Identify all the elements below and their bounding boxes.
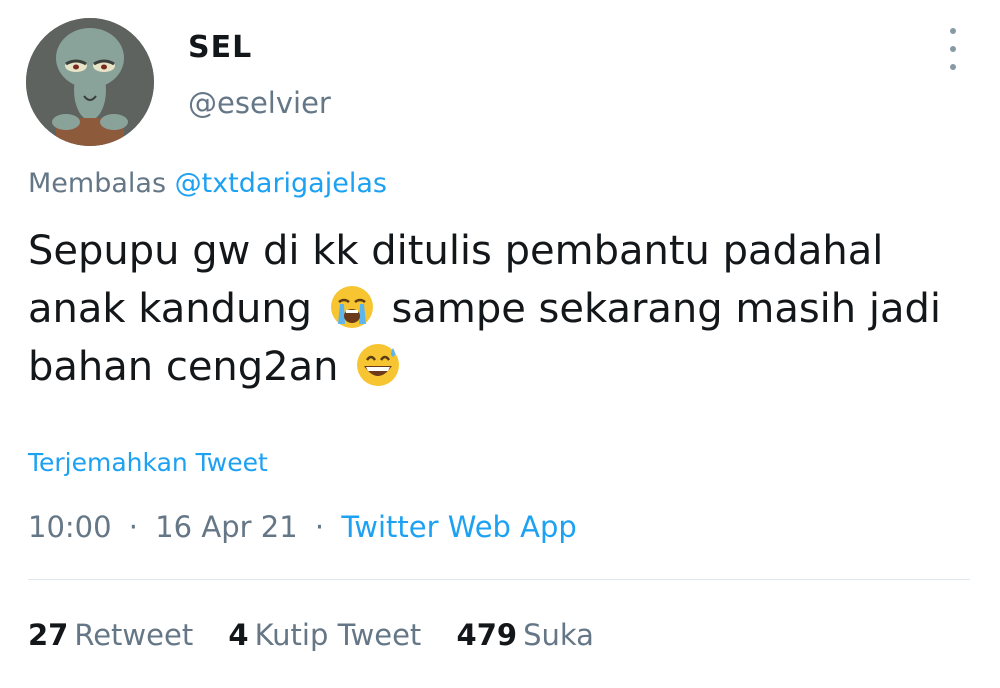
dot xyxy=(950,28,956,34)
retweets-label: Retweet xyxy=(74,618,194,652)
tweet-stats: 27 Retweet 4 Kutip Tweet 479 Suka xyxy=(28,618,620,652)
more-vertical-icon[interactable] xyxy=(940,28,966,70)
dot xyxy=(950,64,956,70)
dot xyxy=(950,46,956,52)
likes-label: Suka xyxy=(523,618,594,652)
separator-dot: · xyxy=(128,510,139,544)
retweets-count: 27 xyxy=(28,618,69,652)
tweet-text: Sepupu gw di kk ditulis pembantu padahal… xyxy=(28,222,973,396)
likes-stat[interactable]: 479 Suka xyxy=(457,618,594,652)
tweet-metadata: 10:00 · 16 Apr 21 · Twitter Web App xyxy=(28,510,577,544)
author-handle[interactable]: @eselvier xyxy=(188,86,331,120)
squidward-avatar-image xyxy=(26,18,154,146)
quote-tweets-count: 4 xyxy=(228,618,249,652)
retweets-stat[interactable]: 27 Retweet xyxy=(28,618,202,652)
reply-prefix: Membalas xyxy=(28,168,167,199)
separator-dot: · xyxy=(314,510,325,544)
quote-tweets-label: Kutip Tweet xyxy=(254,618,422,652)
grinning-face-with-sweat-icon xyxy=(355,342,401,388)
tweet-time[interactable]: 10:00 xyxy=(28,510,112,544)
tweet-header: SEL @eselvier xyxy=(26,18,976,146)
translate-tweet-link[interactable]: Terjemahkan Tweet xyxy=(28,448,268,477)
tweet-detail: SEL @eselvier Membalas @txtdarigajelas S… xyxy=(0,0,1000,688)
loudly-crying-face-icon xyxy=(329,284,375,330)
avatar[interactable] xyxy=(26,18,154,146)
divider xyxy=(28,579,970,580)
reply-mention-link[interactable]: @txtdarigajelas xyxy=(175,168,387,199)
likes-count: 479 xyxy=(456,618,518,652)
quote-tweets-stat[interactable]: 4 Kutip Tweet xyxy=(228,618,430,652)
reply-context: Membalas @txtdarigajelas xyxy=(28,168,387,199)
tweet-date[interactable]: 16 Apr 21 xyxy=(155,510,297,544)
author-name[interactable]: SEL xyxy=(188,30,252,65)
tweet-source-link[interactable]: Twitter Web App xyxy=(341,510,577,544)
